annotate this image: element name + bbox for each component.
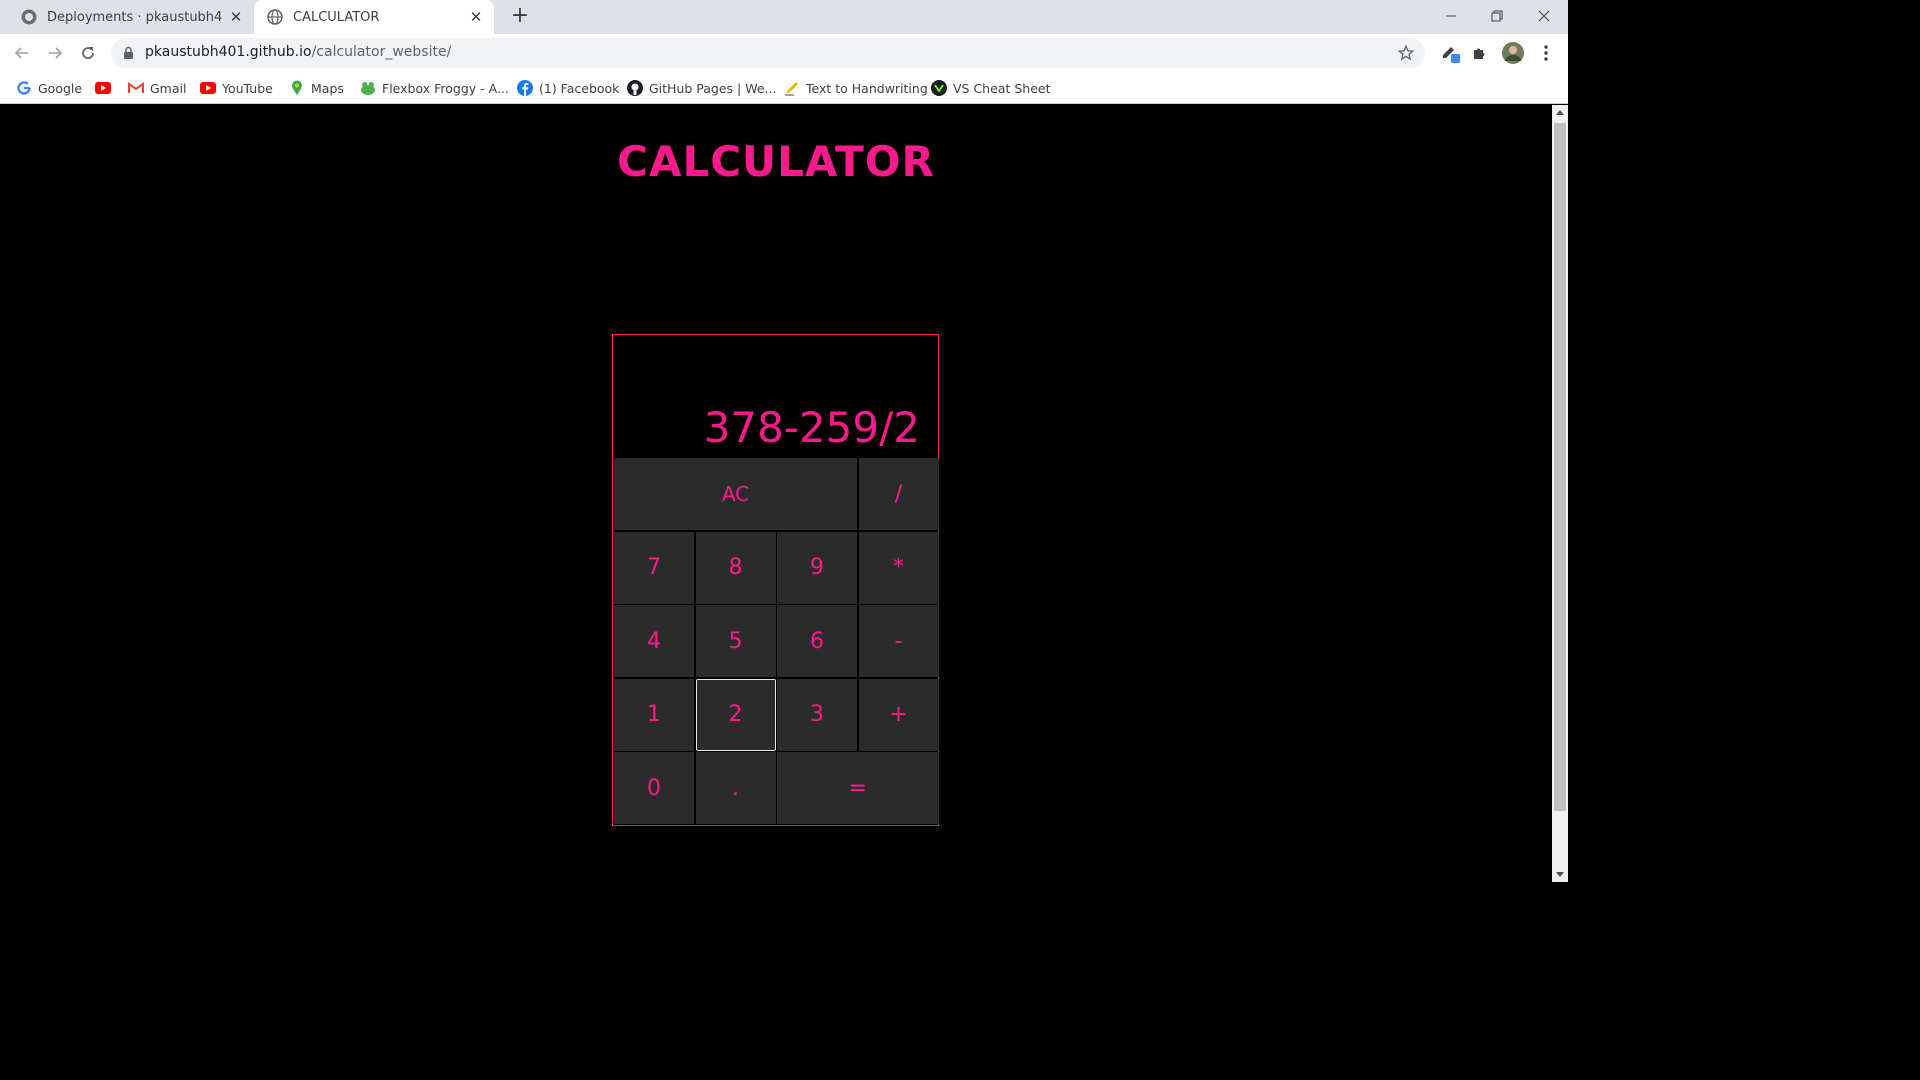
address-bar[interactable]: pkaustubh401.github.io/calculator_websit… — [111, 38, 1425, 68]
github-icon — [21, 9, 37, 25]
extensions-puzzle-icon[interactable] — [1469, 42, 1491, 64]
tab-calculator[interactable]: CALCULATOR ✕ — [254, 0, 494, 34]
key-2[interactable]: 2 — [695, 678, 776, 751]
bookmark-label: VS Cheat Sheet — [953, 80, 1051, 96]
bookmark-label: (1) Facebook — [539, 80, 620, 96]
extension-edit-icon[interactable] — [1440, 42, 1462, 64]
vertical-scrollbar[interactable] — [1552, 105, 1568, 882]
bookmark-label: Maps — [311, 80, 344, 96]
facebook-icon — [517, 80, 533, 96]
maps-icon — [289, 80, 305, 96]
close-window-button[interactable] — [1521, 0, 1567, 32]
key-9[interactable]: 9 — [777, 531, 857, 604]
scrollbar-thumb[interactable] — [1554, 123, 1566, 811]
tab-title: Deployments · pkaustubh401/cal — [47, 9, 222, 25]
bookmark-youtube-icon-only[interactable] — [95, 78, 117, 98]
key-add[interactable]: + — [858, 678, 939, 751]
close-tab-icon[interactable]: ✕ — [468, 9, 484, 25]
browser-toolbar: pkaustubh401.github.io/calculator_websit… — [0, 34, 1568, 72]
bookmark-flexbox-froggy[interactable]: Flexbox Froggy - A... — [360, 78, 509, 98]
url-text: pkaustubh401.github.io/calculator_websit… — [145, 44, 451, 60]
bookmark-label: Flexbox Froggy - A... — [382, 80, 509, 96]
key-0[interactable]: 0 — [614, 752, 694, 824]
bookmark-label: YouTube — [222, 80, 273, 96]
calculator-keypad: AC/ 7 8 9 * 4 5 6- 1 2 3 +0. = — [614, 458, 939, 824]
arrow-left-icon — [14, 47, 28, 59]
key-4[interactable]: 4 — [614, 605, 694, 677]
google-icon — [16, 80, 32, 96]
avatar[interactable] — [1502, 42, 1524, 64]
bookmark-vs-cheat-sheet[interactable]: VS Cheat Sheet — [931, 78, 1050, 98]
bookmark-gmail[interactable]: Gmail — [128, 78, 186, 98]
tab-deployments[interactable]: Deployments · pkaustubh401/cal ✕ — [8, 0, 254, 34]
bookmark-facebook[interactable]: (1) Facebook — [517, 78, 619, 98]
url-host: pkaustubh401.github.io — [145, 44, 312, 60]
reload-button[interactable] — [75, 40, 101, 66]
bookmark-label: Google — [38, 80, 83, 96]
key-clear[interactable]: AC — [614, 458, 857, 530]
close-icon — [1538, 10, 1550, 22]
bookmark-github-pages[interactable]: GitHub Pages | We... — [627, 78, 776, 98]
bookmark-star-icon[interactable] — [1397, 44, 1415, 62]
youtube-icon — [95, 80, 111, 96]
forward-button[interactable] — [42, 40, 68, 66]
page-viewport: CALCULATOR 378-259/2 AC/ 7 8 9 * 4 5 6- 1 2 3 +0. = — [0, 105, 1552, 882]
scroll-up-arrow-icon[interactable] — [1556, 110, 1564, 115]
tab-strip: Deployments · pkaustubh401/cal ✕ CALCULA… — [0, 0, 1568, 34]
key-equals[interactable]: = — [777, 752, 939, 824]
reload-icon — [82, 47, 94, 59]
scroll-down-arrow-icon[interactable] — [1556, 872, 1564, 877]
bookmark-maps[interactable]: Maps — [289, 78, 344, 98]
github-icon — [627, 80, 643, 96]
key-8[interactable]: 8 — [695, 531, 776, 604]
bookmark-youtube[interactable]: YouTube — [200, 78, 273, 98]
minimize-icon — [1446, 15, 1456, 17]
bookmark-google[interactable]: Google — [16, 78, 82, 98]
key-5[interactable]: 5 — [695, 605, 776, 677]
bookmark-label: Gmail — [150, 80, 187, 96]
restore-icon — [1491, 10, 1503, 22]
close-tab-icon[interactable]: ✕ — [228, 9, 244, 25]
key-decimal[interactable]: . — [695, 752, 776, 824]
url-path: /calculator_website/ — [311, 44, 452, 60]
key-6[interactable]: 6 — [777, 605, 857, 677]
gmail-icon — [128, 80, 144, 96]
key-1[interactable]: 1 — [614, 678, 694, 751]
vs-icon — [931, 80, 947, 96]
tab-title: CALCULATOR — [293, 9, 380, 25]
key-multiply[interactable]: * — [858, 531, 939, 604]
calculator: 378-259/2 AC/ 7 8 9 * 4 5 6- 1 2 3 +0. = — [612, 334, 939, 826]
arrow-right-icon — [49, 47, 63, 59]
bookmark-label: Text to Handwriting — [806, 80, 928, 96]
lock-icon — [124, 46, 133, 59]
key-7[interactable]: 7 — [614, 531, 694, 604]
page-title: CALCULATOR — [617, 137, 935, 186]
youtube-icon — [200, 80, 216, 96]
back-button[interactable] — [9, 40, 35, 66]
pen-icon — [784, 80, 800, 96]
restore-button[interactable] — [1474, 0, 1520, 32]
bookmark-text-to-handwriting[interactable]: Text to Handwriting — [784, 78, 928, 98]
globe-icon — [267, 9, 283, 25]
new-tab-button[interactable]: + — [508, 5, 532, 29]
minimize-button[interactable] — [1428, 0, 1474, 32]
key-divide[interactable]: / — [858, 458, 939, 530]
frog-icon — [360, 80, 376, 96]
bookmark-label: GitHub Pages | We... — [649, 80, 777, 96]
calculator-display: 378-259/2 — [703, 403, 920, 452]
key-3[interactable]: 3 — [777, 678, 857, 751]
key-subtract[interactable]: - — [858, 605, 939, 677]
menu-dots-icon[interactable] — [1535, 42, 1557, 64]
bookmarks-bar: Google Gmail YouTube Maps Flexbox Froggy… — [0, 72, 1568, 104]
